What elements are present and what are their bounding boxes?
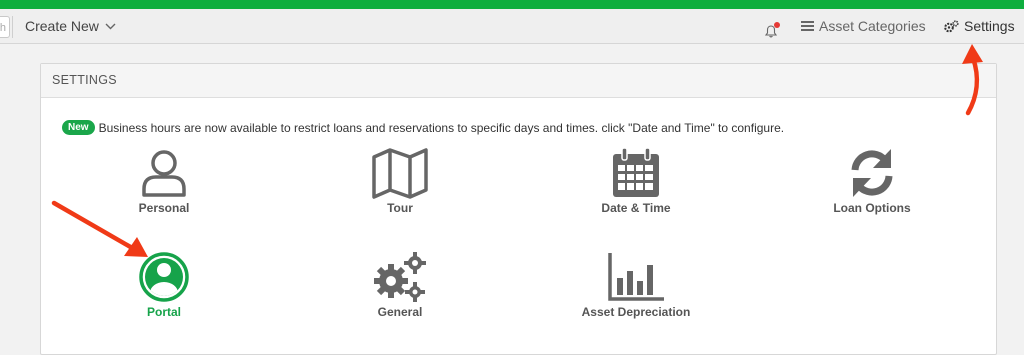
- tile-label-general: General: [377, 305, 423, 319]
- asset-categories-link[interactable]: Asset Categories: [801, 18, 926, 34]
- asset-categories-label: Asset Categories: [819, 18, 926, 34]
- tile-label-tour: Tour: [387, 201, 413, 215]
- gears-icon: [944, 19, 959, 32]
- gears-icon: [374, 252, 426, 302]
- new-feature-notice: New Business hours are now available to …: [62, 120, 784, 135]
- create-new-label: Create New: [25, 18, 99, 34]
- top-navbar: ch Create New Asset Categories Settings: [0, 9, 1024, 44]
- settings-panel: SETTINGS New Business hours are now avai…: [40, 63, 997, 355]
- tile-personal[interactable]: Personal: [64, 147, 264, 215]
- create-new-dropdown[interactable]: Create New: [25, 18, 116, 34]
- refresh-icon: [851, 149, 893, 197]
- tile-label-personal: Personal: [138, 201, 190, 215]
- search-input[interactable]: ch: [0, 16, 10, 38]
- calendar-icon: [613, 147, 659, 197]
- top-accent-bar: [0, 0, 1024, 9]
- user-circle-icon: [139, 252, 189, 302]
- tile-general[interactable]: General: [300, 251, 500, 319]
- tile-loan-options[interactable]: Loan Options: [772, 147, 972, 215]
- notification-dot: [774, 22, 780, 28]
- settings-link[interactable]: Settings: [944, 18, 1015, 34]
- tile-portal[interactable]: Portal: [64, 251, 264, 319]
- tile-date-time[interactable]: Date & Time: [536, 147, 736, 215]
- bar-chart-icon: [608, 253, 664, 301]
- user-icon: [142, 150, 186, 197]
- list-icon: [801, 21, 814, 31]
- tile-label-asset-depreciation: Asset Depreciation: [581, 305, 691, 319]
- map-icon: [372, 148, 428, 199]
- notice-text: Business hours are now available to rest…: [98, 120, 785, 135]
- new-badge: New: [62, 120, 95, 135]
- settings-label: Settings: [964, 18, 1015, 34]
- chevron-down-icon: [105, 23, 116, 29]
- tile-asset-depreciation[interactable]: Asset Depreciation: [536, 251, 736, 319]
- tile-tour[interactable]: Tour: [300, 147, 500, 215]
- tile-label-loan-options: Loan Options: [833, 201, 911, 215]
- tile-label-portal: Portal: [146, 305, 181, 319]
- panel-title: SETTINGS: [41, 64, 996, 98]
- tile-label-date-time: Date & Time: [601, 201, 671, 215]
- navbar-divider: [12, 16, 13, 38]
